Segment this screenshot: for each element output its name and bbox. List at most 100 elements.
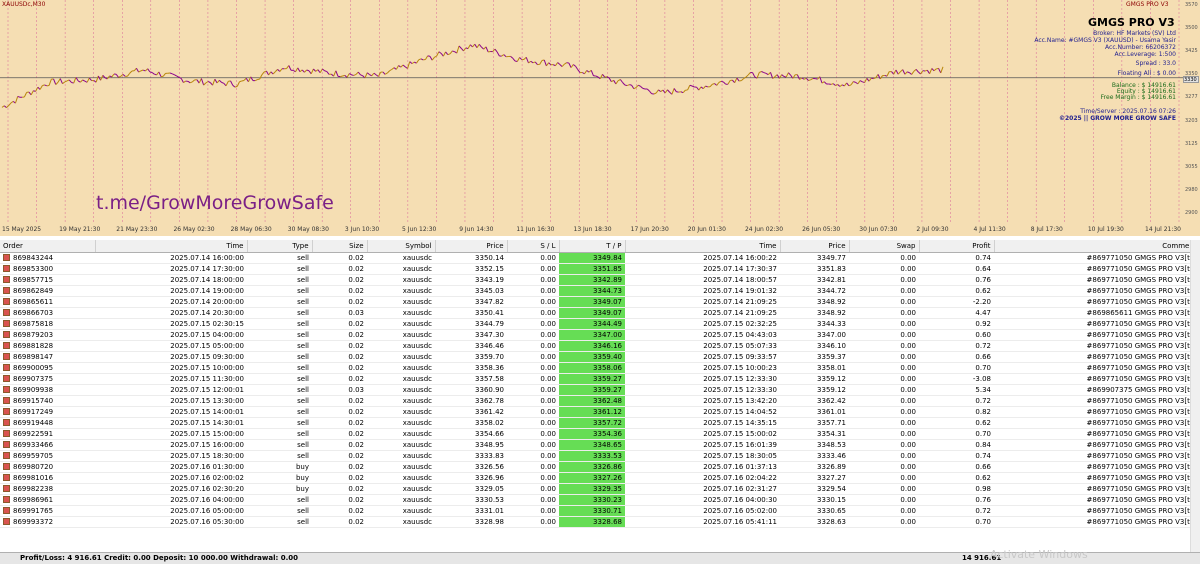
price-segment bbox=[931, 68, 935, 72]
time-axis-label: 30 May 08:30 bbox=[287, 226, 329, 233]
account-history-table[interactable]: Order Time Type Size Symbol Price S / LT / P Ti… bbox=[0, 240, 1200, 552]
table-row[interactable]: 869991765 2025.07.16 05:00:00 sell 0.02 xauu… bbox=[0, 505, 1200, 517]
column-header[interactable]: S / L bbox=[507, 240, 560, 253]
order-cell: 869900095 bbox=[0, 362, 95, 374]
order-icon bbox=[3, 396, 10, 404]
column-header[interactable]: T / P bbox=[559, 240, 626, 253]
spread-info: Spread : 33.0 bbox=[1135, 60, 1176, 67]
table-row[interactable]: 869853300 2025.07.14 17:30:00 sell 0.02 xauu… bbox=[0, 263, 1200, 275]
price-segment bbox=[602, 73, 606, 78]
table-cell: 0.74 bbox=[919, 252, 994, 264]
price-segment bbox=[561, 63, 565, 67]
table-row[interactable]: 869881828 2025.07.15 05:00:00 sell 0.02 xauu… bbox=[0, 340, 1200, 352]
price-segment bbox=[667, 89, 671, 93]
vertical-scrollbar[interactable] bbox=[1190, 240, 1200, 552]
table-cell: 0.72 bbox=[919, 340, 994, 352]
table-row[interactable]: 869909938 2025.07.15 12:00:01 sell 0.03 xauu… bbox=[0, 384, 1200, 396]
price-segment bbox=[189, 81, 193, 84]
table-row[interactable]: 869857715 2025.07.14 18:00:00 sell 0.02 xauu… bbox=[0, 274, 1200, 286]
table-cell: 3358.36 bbox=[435, 362, 507, 374]
price-segment bbox=[879, 75, 883, 80]
table-row[interactable]: 869900095 2025.07.15 10:00:00 sell 0.02 xauu… bbox=[0, 362, 1200, 374]
column-header[interactable]: Profit bbox=[919, 240, 995, 253]
price-segment bbox=[938, 68, 942, 74]
price-segment bbox=[429, 56, 433, 61]
table-row[interactable]: 869993372 2025.07.16 05:30:00 sell 0.02 xauu… bbox=[0, 516, 1200, 528]
table-cell: 3349.07 bbox=[559, 296, 625, 308]
table-cell: 3333.53 bbox=[559, 450, 625, 462]
table-row[interactable]: 869898147 2025.07.15 09:30:00 sell 0.02 xauu… bbox=[0, 351, 1200, 363]
table-row[interactable]: 869982238 2025.07.16 02:30:20 buy 0.02 xauus… bbox=[0, 483, 1200, 495]
column-header[interactable]: Price bbox=[435, 240, 508, 253]
table-cell: 3348.92 bbox=[780, 307, 849, 319]
table-cell: 3327.27 bbox=[780, 472, 849, 484]
price-segment bbox=[765, 72, 769, 76]
price-segment bbox=[239, 80, 242, 83]
price-segment bbox=[84, 80, 88, 83]
table-row[interactable]: 869922591 2025.07.15 15:00:00 sell 0.02 xauu… bbox=[0, 428, 1200, 440]
table-cell: sell bbox=[247, 351, 312, 363]
table-cell: 0.00 bbox=[507, 428, 559, 440]
price-segment bbox=[364, 72, 368, 79]
price-segment bbox=[234, 85, 238, 88]
price-segment bbox=[848, 84, 852, 87]
order-number: 869857715 bbox=[13, 275, 54, 284]
price-segment bbox=[577, 69, 581, 73]
price-segment bbox=[805, 77, 809, 81]
table-row[interactable]: 869862849 2025.07.14 19:00:00 sell 0.02 xauu… bbox=[0, 285, 1200, 297]
table-cell: 2025.07.15 14:00:01 bbox=[95, 406, 247, 418]
table-row[interactable]: 869843244 2025.07.14 16:00:00 sell 0.02 xauu… bbox=[0, 252, 1200, 264]
column-header[interactable]: Type bbox=[247, 240, 313, 253]
price-segment bbox=[389, 68, 393, 72]
price-segment bbox=[584, 70, 588, 75]
table-cell: sell bbox=[247, 494, 312, 506]
table-row[interactable]: 869933466 2025.07.15 16:00:00 sell 0.02 xauu… bbox=[0, 439, 1200, 451]
table-row[interactable]: 869865611 2025.07.14 20:00:00 sell 0.02 xauu… bbox=[0, 296, 1200, 308]
column-header[interactable]: Size bbox=[312, 240, 368, 253]
order-cell: 869922591 bbox=[0, 428, 95, 440]
table-row[interactable]: 869980720 2025.07.16 01:30:00 buy 0.02 xauus… bbox=[0, 461, 1200, 473]
price-segment bbox=[723, 81, 727, 85]
price-chart[interactable]: XAUUSDc,M30 GMGS PRO V3 GMGS PRO V3 Brok… bbox=[0, 0, 1200, 236]
table-row[interactable]: 869915740 2025.07.15 13:30:00 sell 0.02 xauu… bbox=[0, 395, 1200, 407]
table-row[interactable]: 869875818 2025.07.15 02:30:15 sell 0.02 xauu… bbox=[0, 318, 1200, 330]
chart-canvas[interactable] bbox=[0, 0, 1183, 224]
table-cell: 0.02 bbox=[312, 318, 367, 330]
table-cell: 0.02 bbox=[312, 274, 367, 286]
table-row[interactable]: 869907375 2025.07.15 11:30:00 sell 0.02 xauu… bbox=[0, 373, 1200, 385]
table-cell: sell bbox=[247, 362, 312, 374]
table-cell: 0.00 bbox=[849, 296, 919, 308]
column-header[interactable]: Order bbox=[0, 240, 96, 253]
table-cell: 0.00 bbox=[849, 285, 919, 297]
column-header[interactable]: Time bbox=[95, 240, 248, 253]
price-segment bbox=[349, 73, 352, 76]
table-row[interactable]: 869879203 2025.07.15 04:00:00 sell 0.02 xauu… bbox=[0, 329, 1200, 341]
table-cell: #869771050 GMGS PRO V3[tp] bbox=[994, 362, 1200, 374]
price-segment bbox=[342, 74, 345, 77]
column-header[interactable]: Comment bbox=[994, 240, 1200, 253]
table-cell: 0.00 bbox=[849, 362, 919, 374]
table-cell: #869771050 GMGS PRO V3[tp] bbox=[994, 395, 1200, 407]
column-header[interactable]: Time bbox=[625, 240, 781, 253]
column-header[interactable]: Swap bbox=[849, 240, 920, 253]
column-header[interactable]: Price bbox=[780, 240, 850, 253]
price-segment bbox=[476, 44, 480, 49]
price-segment bbox=[172, 73, 175, 76]
table-cell: 0.00 bbox=[849, 450, 919, 462]
table-row[interactable]: 869981016 2025.07.16 02:00:02 buy 0.02 xauus… bbox=[0, 472, 1200, 484]
table-row[interactable]: 869919448 2025.07.15 14:30:01 sell 0.02 xauu… bbox=[0, 417, 1200, 429]
price-segment bbox=[548, 62, 552, 66]
table-cell: sell bbox=[247, 340, 312, 352]
price-segment bbox=[474, 43, 478, 49]
table-row[interactable]: 869986961 2025.07.16 04:00:00 sell 0.02 xauu… bbox=[0, 494, 1200, 506]
price-segment bbox=[680, 91, 684, 94]
table-row[interactable]: 869959705 2025.07.15 18:30:00 sell 0.02 xauu… bbox=[0, 450, 1200, 462]
price-segment bbox=[512, 57, 516, 62]
table-cell: 0.00 bbox=[507, 362, 559, 374]
order-icon bbox=[3, 462, 10, 470]
table-cell: 2025.07.15 12:33:30 bbox=[625, 373, 780, 385]
table-row[interactable]: 869917249 2025.07.15 14:00:01 sell 0.02 xauu… bbox=[0, 406, 1200, 418]
column-header[interactable]: Symbol bbox=[367, 240, 436, 253]
table-cell: sell bbox=[247, 373, 312, 385]
table-row[interactable]: 869866703 2025.07.14 20:30:00 sell 0.03 xauu… bbox=[0, 307, 1200, 319]
